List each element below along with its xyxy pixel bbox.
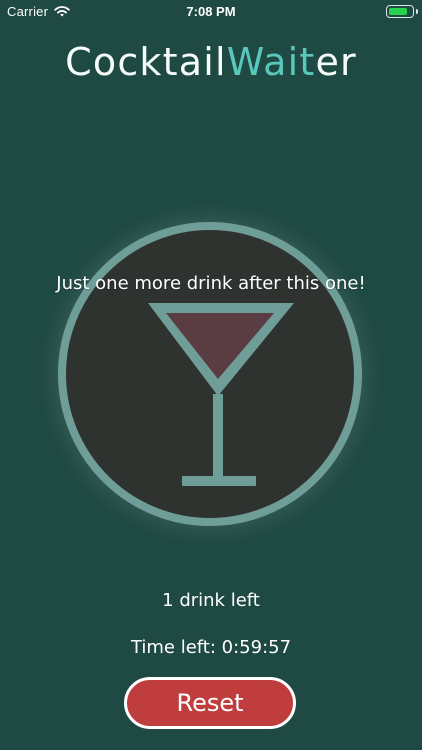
status-bar: Carrier 7:08 PM	[0, 0, 422, 22]
drinks-left-label: 1 drink left	[162, 590, 260, 611]
app-title: CocktailWaiter	[0, 42, 422, 82]
title-accent: Wait	[226, 40, 316, 84]
title-prefix: Cocktail	[65, 40, 227, 84]
encouragement-message: Just one more drink after this one!	[56, 273, 366, 294]
status-time: 7:08 PM	[186, 4, 236, 19]
drink-status-circle	[58, 222, 362, 526]
battery-icon	[386, 5, 418, 18]
reset-button[interactable]: Reset	[124, 677, 296, 729]
glass-base	[182, 476, 256, 486]
battery-level	[389, 8, 407, 15]
title-suffix: er	[315, 40, 357, 84]
glass-stem	[213, 394, 223, 478]
time-left-label: Time left: 0:59:57	[130, 637, 292, 658]
